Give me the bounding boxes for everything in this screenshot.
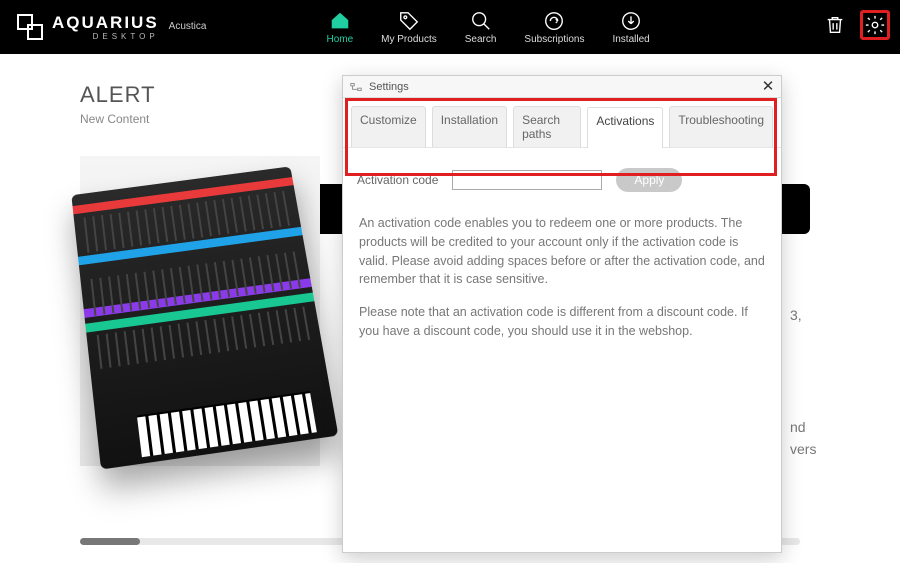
brand-sub: DESKTOP [52, 33, 159, 41]
activation-info: An activation code enables you to redeem… [343, 200, 781, 341]
info-paragraph-1: An activation code enables you to redeem… [359, 214, 765, 289]
bg-line: vers [790, 438, 816, 460]
nav-home-label: Home [326, 34, 353, 45]
brand-name: AQUARIUS [52, 14, 159, 31]
tab-search-paths[interactable]: Search paths [513, 106, 581, 147]
nav-installed-label: Installed [612, 34, 649, 45]
download-icon [620, 10, 642, 32]
nav-products-label: My Products [381, 34, 437, 45]
tab-activations[interactable]: Activations [587, 107, 663, 148]
scrollbar-thumb[interactable] [80, 538, 140, 545]
tab-customize[interactable]: Customize [351, 106, 426, 147]
synth-image [71, 166, 338, 469]
logo-text: AQUARIUS DESKTOP [52, 14, 159, 41]
activation-row: Activation code Apply [343, 148, 781, 200]
settings-button[interactable] [860, 10, 890, 40]
refresh-icon [543, 10, 565, 32]
nav-installed[interactable]: Installed [612, 10, 649, 45]
top-bar: AQUARIUS DESKTOP Acustica Home My Produc… [0, 0, 900, 54]
app-logo: AQUARIUS DESKTOP Acustica [14, 11, 206, 43]
product-thumbnail[interactable] [80, 156, 320, 466]
settings-mini-icon [349, 80, 363, 94]
nav-search-label: Search [465, 34, 497, 45]
tab-troubleshooting[interactable]: Troubleshooting [669, 106, 773, 147]
search-icon [470, 10, 492, 32]
activation-code-input[interactable] [452, 170, 602, 190]
home-icon [329, 10, 351, 32]
dialog-titlebar: Settings ✕ [343, 76, 781, 98]
bg-line: 3, [790, 304, 816, 326]
nav-subscriptions[interactable]: Subscriptions [524, 10, 584, 45]
background-text: 3, nd vers [790, 304, 816, 461]
bg-line: nd [790, 416, 816, 438]
close-button[interactable]: ✕ [759, 78, 777, 96]
trash-button[interactable] [820, 10, 850, 40]
tab-installation[interactable]: Installation [432, 106, 507, 147]
settings-tabs: Customize Installation Search paths Acti… [343, 98, 781, 148]
settings-dialog: Settings ✕ Customize Installation Search… [342, 75, 782, 553]
dialog-body: Customize Installation Search paths Acti… [343, 98, 781, 355]
nav-my-products[interactable]: My Products [381, 10, 437, 45]
nav-subs-label: Subscriptions [524, 34, 584, 45]
top-right-actions [820, 10, 890, 40]
brand-vendor: Acustica [169, 21, 207, 32]
main-nav: Home My Products Search Subscriptions In… [326, 10, 649, 45]
info-paragraph-2: Please note that an activation code is d… [359, 303, 765, 341]
activation-label: Activation code [357, 173, 438, 187]
dialog-title: Settings [369, 81, 409, 93]
logo-icon [14, 11, 46, 43]
apply-button[interactable]: Apply [616, 168, 682, 192]
tag-icon [398, 10, 420, 32]
nav-home[interactable]: Home [326, 10, 353, 45]
nav-search[interactable]: Search [465, 10, 497, 45]
